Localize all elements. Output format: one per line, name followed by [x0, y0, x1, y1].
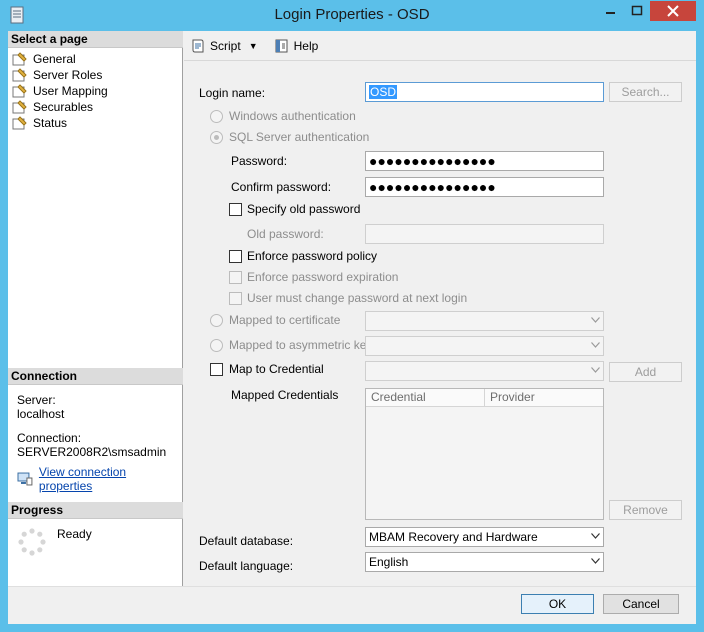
remove-credential-button[interactable]: Remove	[609, 500, 682, 520]
cancel-button[interactable]: Cancel	[603, 594, 679, 614]
sql-auth-radio[interactable]	[210, 131, 223, 144]
page-item-server-roles[interactable]: Server Roles	[12, 67, 180, 83]
default-language-label: Default language:	[199, 559, 294, 573]
wrench-page-icon	[12, 68, 27, 82]
wrench-page-icon	[12, 116, 27, 130]
mapped-credentials-label: Mapped Credentials	[231, 388, 339, 402]
asymmetric-key-select[interactable]	[365, 336, 604, 356]
add-credential-button[interactable]: Add	[609, 362, 682, 382]
password-label: Password:	[231, 154, 288, 168]
old-password-field[interactable]	[365, 224, 604, 244]
connection-header: Connection	[8, 368, 183, 385]
password-field[interactable]: ●●●●●●●●●●●●●●●	[365, 151, 604, 171]
must-change-label: User must change password at next login	[247, 291, 468, 305]
page-item-securables[interactable]: Securables	[12, 99, 180, 115]
connection-value: SERVER2008R2\smsadmin	[17, 445, 167, 459]
progress-spinner-icon	[18, 528, 46, 556]
progress-text: Ready	[57, 527, 92, 541]
page-label: Securables	[33, 100, 94, 114]
script-icon	[192, 39, 204, 52]
sql-auth-label: SQL Server authentication	[229, 130, 370, 144]
enforce-policy-checkbox[interactable]	[229, 250, 242, 263]
chevron-down-icon[interactable]: ▼	[249, 41, 258, 51]
column-header-provider[interactable]: Provider	[485, 389, 603, 407]
search-button[interactable]: Search...	[609, 82, 682, 102]
enforce-policy-label: Enforce password policy	[247, 249, 378, 263]
default-database-label: Default database:	[199, 534, 294, 548]
mapped-certificate-radio[interactable]	[210, 314, 223, 327]
progress-header: Progress	[8, 502, 183, 519]
login-name-value: OSD	[369, 85, 398, 99]
confirm-password-field[interactable]: ●●●●●●●●●●●●●●●	[365, 177, 604, 197]
mapped-asymmetric-key-radio[interactable]	[210, 339, 223, 352]
page-label: Server Roles	[33, 68, 103, 82]
help-button[interactable]: Help	[274, 38, 319, 54]
ok-button[interactable]: OK	[521, 594, 594, 614]
help-icon	[275, 39, 288, 52]
page-label: Status	[33, 116, 68, 130]
wrench-page-icon	[12, 84, 27, 98]
maximize-button[interactable]	[624, 1, 650, 21]
title-bar: Login Properties - OSD	[0, 0, 704, 30]
chevron-down-icon	[591, 533, 600, 539]
page-label: General	[33, 52, 76, 66]
dialog-client-area: Select a page General Server Roles User …	[8, 31, 696, 624]
login-name-label: Login name:	[199, 86, 266, 100]
close-button[interactable]	[650, 1, 696, 21]
select-page-header: Select a page	[8, 31, 183, 48]
default-database-select[interactable]: MBAM Recovery and Hardware	[365, 527, 604, 547]
page-list: General Server Roles User Mapping Secura…	[12, 51, 180, 131]
chevron-down-icon	[591, 342, 600, 348]
server-label: Server:	[17, 393, 56, 407]
close-icon	[667, 5, 679, 17]
connection-info: Server: localhost Connection: SERVER2008…	[17, 393, 179, 459]
must-change-checkbox[interactable]	[229, 292, 242, 305]
chevron-down-icon	[591, 317, 600, 323]
maximize-icon	[631, 5, 643, 16]
server-value: localhost	[17, 407, 65, 421]
mapped-asymmetric-key-label: Mapped to asymmetric key	[229, 338, 373, 352]
column-header-credential[interactable]: Credential	[366, 389, 485, 407]
login-name-input[interactable]: OSD	[365, 82, 604, 102]
page-item-status[interactable]: Status	[12, 115, 180, 131]
script-button[interactable]: Script ▼	[190, 38, 264, 54]
page-item-user-mapping[interactable]: User Mapping	[12, 83, 180, 99]
left-pane: Select a page General Server Roles User …	[8, 31, 183, 586]
enforce-expiration-checkbox[interactable]	[229, 271, 242, 284]
page-item-general[interactable]: General	[12, 51, 180, 67]
minimize-icon	[606, 12, 615, 14]
toolbar: Script ▼ Help	[184, 31, 696, 61]
map-credential-checkbox[interactable]	[210, 363, 223, 376]
specify-old-password-checkbox[interactable]	[229, 203, 242, 216]
chevron-down-icon	[591, 558, 600, 564]
dialog-window: Login Properties - OSD Select a page Gen…	[0, 0, 704, 632]
wrench-page-icon	[12, 100, 27, 114]
specify-old-password-label: Specify old password	[247, 202, 361, 216]
confirm-password-label: Confirm password:	[231, 180, 332, 194]
page-label: User Mapping	[33, 84, 108, 98]
map-credential-label: Map to Credential	[229, 362, 324, 376]
minimize-button[interactable]	[597, 1, 624, 21]
connection-properties-icon	[17, 472, 33, 486]
progress-status: Ready	[17, 527, 92, 557]
mapped-credentials-grid[interactable]: Credential Provider	[365, 388, 604, 520]
certificate-select[interactable]	[365, 311, 604, 331]
windows-auth-label: Windows authentication	[229, 109, 356, 123]
default-language-value: English	[369, 555, 409, 569]
credential-select[interactable]	[365, 361, 604, 381]
mapped-certificate-label: Mapped to certificate	[229, 313, 341, 327]
script-label: Script	[210, 38, 241, 53]
old-password-label: Old password:	[247, 227, 324, 241]
help-label: Help	[293, 38, 319, 53]
view-connection-link-text[interactable]: View connection properties	[39, 465, 182, 493]
connection-label: Connection:	[17, 431, 82, 445]
default-database-value: MBAM Recovery and Hardware	[369, 530, 538, 544]
wrench-page-icon	[12, 52, 27, 66]
default-language-select[interactable]: English	[365, 552, 604, 572]
dialog-button-bar: OK Cancel	[8, 586, 696, 624]
enforce-expiration-label: Enforce password expiration	[247, 270, 399, 284]
chevron-down-icon	[591, 367, 600, 373]
view-connection-properties-link[interactable]: View connection properties	[17, 465, 182, 493]
windows-auth-radio[interactable]	[210, 110, 223, 123]
